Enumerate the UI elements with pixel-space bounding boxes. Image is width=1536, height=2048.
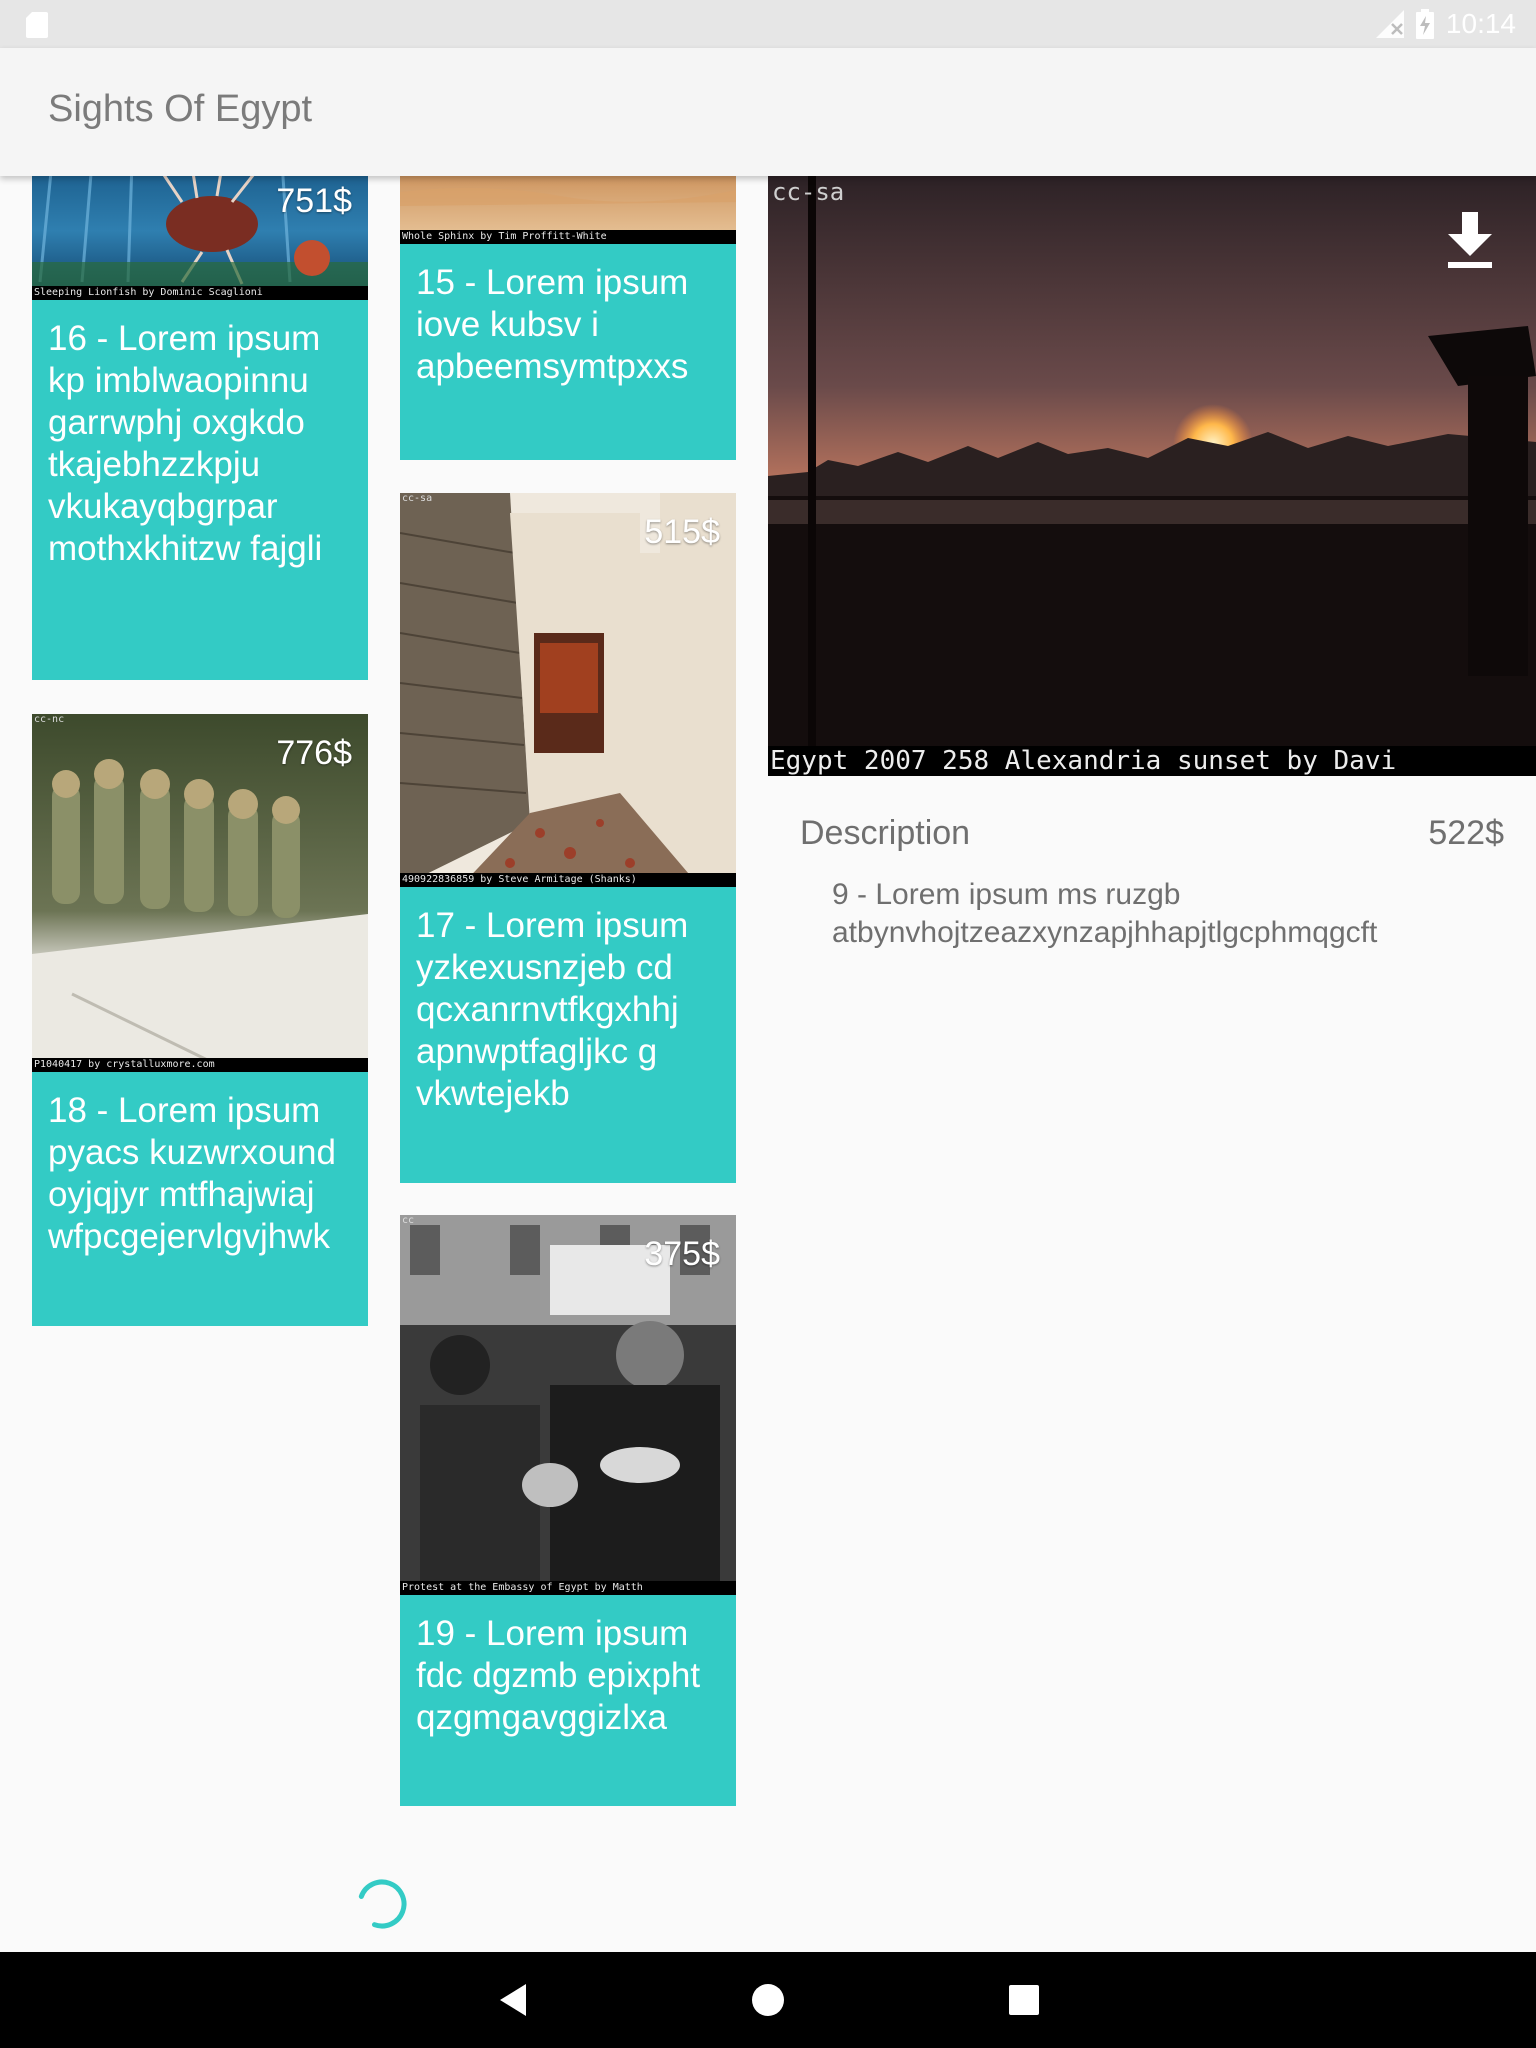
recents-icon[interactable] bbox=[1000, 1976, 1048, 2024]
sd-card-icon bbox=[26, 12, 48, 38]
alley-image bbox=[400, 493, 736, 887]
detail-image: cc-sa Egypt 2007 258 Alexandria sunset b… bbox=[768, 176, 1536, 776]
image-credit: Protest at the Embassy of Egypt by Matth bbox=[400, 1581, 736, 1595]
card-image: cc-nc 776$ P1040417 by crystalluxmore.co… bbox=[32, 714, 368, 1072]
license-tag: cc-sa bbox=[402, 493, 433, 504]
detail-description: 9 - Lorem ipsum ms ruzgb atbynvhojtzeazx… bbox=[832, 878, 1378, 949]
card-description: 15 - Lorem ipsum iove kubsv i apbeemsymt… bbox=[416, 263, 689, 386]
image-credit: P1040417 by crystalluxmore.com bbox=[32, 1058, 368, 1072]
back-icon[interactable] bbox=[490, 1976, 538, 2024]
grid-card-18[interactable]: cc-nc 776$ P1040417 by crystalluxmore.co… bbox=[32, 714, 368, 1326]
status-bar: 10:14 bbox=[0, 0, 1536, 48]
license-tag: cc-nc bbox=[34, 714, 65, 725]
loading-spinner-icon bbox=[358, 1879, 407, 1929]
image-credit: Sleeping Lionfish by Dominic Scaglioni bbox=[32, 286, 368, 300]
card-image: cc-sa 515$ 490922836859 by Steve Armitag… bbox=[400, 493, 736, 887]
download-icon[interactable] bbox=[1444, 212, 1496, 268]
image-credit: 490922836859 by Steve Armitage (Shanks) bbox=[400, 873, 736, 887]
status-time: 10:14 bbox=[1445, 8, 1516, 39]
description-label: Description bbox=[800, 814, 971, 852]
card-description: 18 - Lorem ipsum pyacs kuzwrxound oyjqjy… bbox=[48, 1091, 336, 1256]
card-description: 16 - Lorem ipsum kp imblwaopinnu garrwph… bbox=[48, 319, 323, 568]
card-description: 19 - Lorem ipsum fdc dgzmb epixpht qzgmg… bbox=[416, 1614, 701, 1737]
license-tag: cc bbox=[402, 1215, 415, 1226]
card-price: 515$ bbox=[644, 513, 720, 551]
app-bar: Sights Of Egypt bbox=[0, 48, 1536, 176]
card-description: 17 - Lorem ipsum yzkexusnzjeb cd qcxanrn… bbox=[416, 906, 689, 1113]
content-area: 751$ Sleeping Lionfish by Dominic Scagli… bbox=[0, 176, 1536, 1952]
app-title: Sights Of Egypt bbox=[48, 88, 313, 130]
image-credit: Egypt 2007 258 Alexandria sunset by Davi bbox=[768, 746, 1536, 776]
card-price: 375$ bbox=[644, 1235, 720, 1273]
detail-price: 522$ bbox=[1428, 814, 1504, 852]
license-tag: cc-sa bbox=[772, 178, 845, 206]
grid-card-19[interactable]: cc 375$ Protest at the Embassy of Egypt … bbox=[400, 1215, 736, 1806]
card-price: 776$ bbox=[276, 734, 352, 772]
grid-card-15[interactable]: Whole Sphinx by Tim Proffitt-White 15 - … bbox=[400, 176, 736, 460]
navigation-bar bbox=[0, 1952, 1536, 2048]
no-signal-icon bbox=[1375, 10, 1404, 38]
battery-charging-icon bbox=[1415, 9, 1434, 39]
image-credit: Whole Sphinx by Tim Proffitt-White bbox=[400, 230, 736, 244]
home-icon[interactable] bbox=[744, 1976, 792, 2024]
card-image: 751$ Sleeping Lionfish by Dominic Scagli… bbox=[32, 176, 368, 300]
card-image: Whole Sphinx by Tim Proffitt-White bbox=[400, 176, 736, 244]
grid-card-17[interactable]: cc-sa 515$ 490922836859 by Steve Armitag… bbox=[400, 493, 736, 1183]
card-image: cc 375$ Protest at the Embassy of Egypt … bbox=[400, 1215, 736, 1595]
sunset-image bbox=[768, 176, 1536, 776]
card-price: 751$ bbox=[276, 182, 352, 220]
grid-card-16[interactable]: 751$ Sleeping Lionfish by Dominic Scagli… bbox=[32, 176, 368, 680]
